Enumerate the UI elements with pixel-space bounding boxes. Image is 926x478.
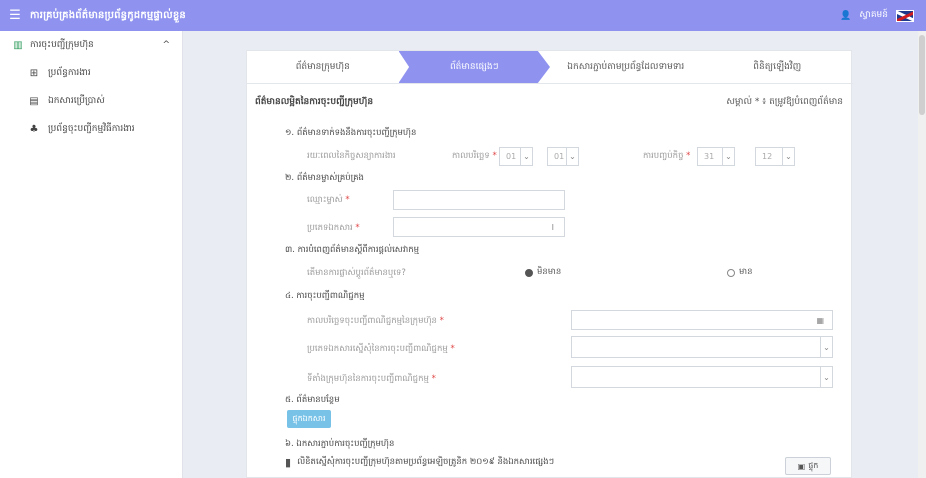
owner-name-label: ឈ្មោះម្ចាស់ * (307, 195, 350, 205)
form-panel: ព័ត៌មានក្រុមហ៊ុន ព័ត៌មានផ្សេងៗ ឯកសារភ្ជា… (246, 50, 853, 478)
step-company-info[interactable]: ព័ត៌មានក្រុមហ៊ុន (247, 51, 399, 83)
calendar-icon[interactable]: ▦ (816, 316, 824, 325)
user-icon[interactable]: 👤 (840, 11, 851, 21)
document-type-value: I (551, 222, 554, 232)
section-4-title: ៤. ការចុះបញ្ជីពាណិជ្ជកម្ម (285, 291, 365, 301)
step-wizard: ព័ត៌មានក្រុមហ៊ុន ព័ត៌មានផ្សេងៗ ឯកសារភ្ជា… (247, 51, 853, 84)
chevron-down-icon: ⌄ (820, 337, 832, 357)
sidebar-item-registration[interactable]: ♣ ប្រព័ន្ធចុះបញ្ជីកម្មវិធីការងារ (0, 115, 182, 143)
company-location-label-text: ទីតាំងក្រុមហ៊ុននៃការចុះបញ្ជីពាណិជ្ជកម្ម (307, 374, 429, 384)
registration-date-label: កាលបរិច្ឆេទចុះបញ្ជីពាណិជ្ជកម្មនៃក្រុមហ៊ុ… (307, 316, 444, 326)
scrollbar-thumb[interactable] (919, 35, 925, 115)
tree-icon: ♣ (29, 123, 39, 135)
sidebar-group-label: ការចុះបញ្ជីក្រុមហ៊ុន (30, 39, 94, 50)
end-month-select[interactable]: 12 ⌄ (755, 147, 795, 166)
sidebar: ▥ ការចុះបញ្ជីក្រុមហ៊ុន ^ ⊞ ប្រព័ន្ធការងា… (0, 31, 183, 478)
end-month-value: 12 (762, 152, 773, 161)
end-day-select[interactable]: 31 ⌄ (697, 147, 735, 166)
chevron-up-icon[interactable]: ^ (162, 40, 170, 50)
page-scrollbar[interactable] (918, 31, 926, 478)
start-day-select[interactable]: 01 ⌄ (499, 147, 533, 166)
owner-name-label-text: ឈ្មោះម្ចាស់ (307, 195, 343, 205)
chevron-down-icon: ⌄ (782, 148, 794, 165)
company-location-label: ទីតាំងក្រុមហ៊ុននៃការចុះបញ្ជីពាណិជ្ជកម្ម … (307, 374, 436, 384)
attachment-upload-button[interactable]: ▣ ផ្ទុក (785, 457, 831, 475)
sidebar-item-system[interactable]: ⊞ ប្រព័ន្ធការងារ (0, 59, 182, 87)
chevron-down-icon: ⌄ (820, 367, 832, 387)
registration-date-input[interactable]: ▦ (571, 310, 833, 330)
start-date-label: កាលបរិច្ឆេទ * (452, 151, 497, 161)
section-6-title: ៦. ឯកសារភ្ជាប់ការចុះបញ្ជីក្រុមហ៊ុន (285, 439, 395, 449)
end-date-label-text: ការបញ្ចប់កិច្ច (643, 151, 684, 161)
building-icon: ▥ (13, 39, 23, 51)
start-month-select[interactable]: 01 ⌄ (547, 147, 579, 166)
form-title: ព័ត៌មានលម្អិតនៃការចុះបញ្ជីក្រុមហ៊ុន (255, 97, 374, 107)
document-type-label-text: ប្រភេទឯកសារ (307, 223, 353, 233)
file-icon: ▮ (285, 456, 292, 469)
sidebar-item-label: ឯកសារប្រើប្រាស់ (48, 95, 105, 106)
company-location-select[interactable]: ⌄ (571, 366, 833, 388)
upload-icon: ▣ (797, 461, 806, 471)
sidebar-item-label: ប្រព័ន្ធការងារ (48, 67, 91, 78)
radio-no-change[interactable]: មិនមាន (525, 267, 561, 279)
section-1-title: ១. ព័ត៌មានទាក់ទងនឹងការចុះបញ្ជីក្រុមហ៊ុន (285, 128, 417, 138)
start-day-value: 01 (506, 152, 517, 161)
section-3-title: ៣. ការបំពេញព័ត៌មានស្តីពីការផ្តល់សេវាកម្ម (285, 245, 420, 255)
chevron-down-icon: ⌄ (520, 148, 532, 165)
start-month-value: 01 (554, 152, 565, 161)
document-type-label: ប្រភេទឯកសារ * (307, 223, 360, 233)
change-question: តើមានការផ្លាស់ប្តូរព័ត៌មានឬទេ? (307, 268, 406, 278)
end-day-value: 31 (704, 152, 715, 161)
document-type-input[interactable]: I (393, 217, 565, 237)
sidebar-item-label: ប្រព័ន្ធចុះបញ្ជីកម្មវិធីការងារ (48, 123, 135, 134)
request-doc-type-label-text: ប្រភេទឯកសារស្នើសុំនៃការចុះបញ្ជីពាណិជ្ជកម… (307, 344, 448, 354)
step-attachments[interactable]: ឯកសារភ្ជាប់តាមប្រព័ន្ធដែលទាមទារ (550, 51, 702, 83)
chevron-down-icon: ⌄ (566, 148, 578, 165)
attachment-row: ▮ លិខិតស្នើសុំការចុះបញ្ជីក្រុមហ៊ុនតាមប្រ… (285, 456, 554, 469)
radio-dot (727, 269, 735, 277)
radio-has-change[interactable]: មាន (727, 267, 753, 279)
attachment-upload-label: ផ្ទុក (808, 461, 819, 470)
app-title: ការគ្រប់គ្រងព័ត៌មានប្រព័ន្ធកូដកម្មផ្ទាល់… (30, 10, 186, 21)
start-date-label-text: កាលបរិច្ឆេទ (452, 151, 490, 161)
attachment-text: លិខិតស្នើសុំការចុះបញ្ជីក្រុមហ៊ុនតាមប្រព័… (297, 456, 555, 467)
sidebar-group[interactable]: ▥ ការចុះបញ្ជីក្រុមហ៊ុន ^ (0, 31, 182, 59)
step-other-info[interactable]: ព័ត៌មានផ្សេងៗ (398, 51, 550, 83)
contract-period-label: រយៈពេលនៃកិច្ចសន្យាការងារ (307, 151, 396, 161)
grid-icon: ⊞ (29, 67, 39, 79)
uk-flag-icon[interactable] (896, 9, 914, 22)
section-2-title: ២. ព័ត៌មានម្ចាស់គ្រប់គ្រង (285, 173, 364, 183)
registration-date-label-text: កាលបរិច្ឆេទចុះបញ្ជីពាណិជ្ជកម្មនៃក្រុមហ៊ុ… (307, 316, 437, 326)
folder-icon: ▤ (29, 95, 39, 107)
chevron-down-icon: ⌄ (722, 148, 734, 165)
user-name[interactable]: ស្វាគមន៍ (859, 9, 888, 22)
step-review[interactable]: ពិនិត្យឡើងវិញ (702, 51, 854, 83)
radio-has-change-label: មាន (739, 267, 753, 277)
sidebar-item-documents[interactable]: ▤ ឯកសារប្រើប្រាស់ (0, 87, 182, 115)
radio-no-change-label: មិនមាន (537, 267, 562, 277)
end-date-label: ការបញ្ចប់កិច្ច * (643, 151, 691, 161)
required-note: សម្គាល់ * ៖ តម្រូវឱ្យបំពេញព័ត៌មាន (726, 97, 843, 107)
request-doc-type-label: ប្រភេទឯកសារស្នើសុំនៃការចុះបញ្ជីពាណិជ្ជកម… (307, 344, 455, 354)
top-bar: ☰ ការគ្រប់គ្រងព័ត៌មានប្រព័ន្ធកូដកម្មផ្ទា… (0, 0, 926, 31)
hamburger-icon[interactable]: ☰ (0, 8, 30, 23)
section-5-title: ៥. ព័ត៌មានបន្ថែម (285, 395, 340, 405)
upload-document-button[interactable]: ផ្ទុកឯកសារ (287, 410, 331, 428)
radio-dot-selected (525, 269, 533, 277)
owner-name-input[interactable] (393, 190, 565, 210)
request-doc-type-select[interactable]: ⌄ (571, 336, 833, 358)
